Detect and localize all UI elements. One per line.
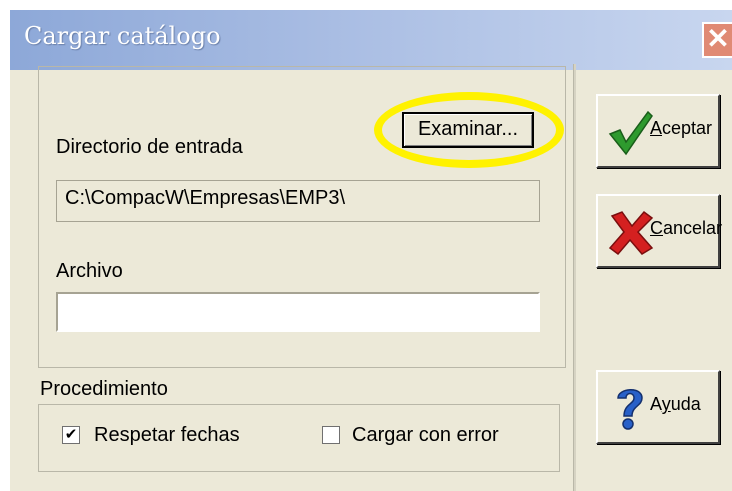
divider	[573, 64, 576, 491]
ayuda-button[interactable]: Ayuda	[596, 370, 720, 444]
window-title: Cargar catálogo	[24, 22, 221, 50]
cancelar-button[interactable]: Cancelar	[596, 194, 723, 268]
cargar-con-error-checkbox[interactable]	[322, 426, 340, 444]
cargar-catalogo-dialog: Cargar catálogo ✕ Directorio de entrada …	[10, 10, 732, 491]
x-icon	[608, 210, 654, 256]
respetar-fechas-checkbox[interactable]: ✔	[62, 426, 80, 444]
question-icon	[617, 389, 643, 430]
close-button[interactable]: ✕	[702, 22, 732, 58]
procedimiento-label: Procedimiento	[40, 378, 168, 400]
cancelar-label: Cancelar	[650, 218, 723, 238]
checkmark-icon: ✔	[64, 426, 78, 443]
check-icon	[608, 110, 653, 156]
archivo-label: Archivo	[56, 260, 123, 282]
cargar-con-error-label: Cargar con error	[352, 424, 499, 446]
aceptar-label: Aceptar	[650, 118, 713, 138]
close-icon: ✕	[706, 23, 730, 54]
directorio-label: Directorio de entrada	[56, 136, 243, 158]
title-bar[interactable]: Cargar catálogo ✕	[10, 10, 732, 70]
yellow-highlight-ellipse	[374, 92, 564, 168]
ayuda-label: Ayuda	[650, 394, 701, 414]
directorio-field: C:\CompacW\Empresas\EMP3\	[56, 180, 540, 222]
archivo-input[interactable]	[56, 292, 540, 332]
aceptar-button[interactable]: Aceptar	[596, 94, 720, 168]
respetar-fechas-label: Respetar fechas	[94, 424, 240, 446]
